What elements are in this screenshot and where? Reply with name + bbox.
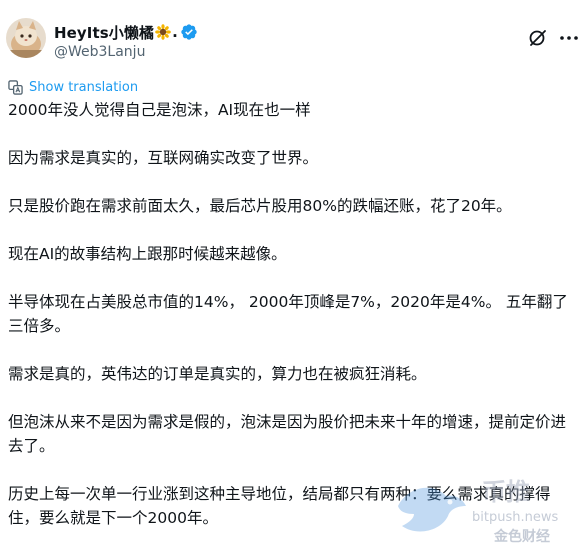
translate-icon [8,79,23,95]
name-row: HeyIts小懒橘 . [54,22,198,42]
tweet-paragraph: 现在AI的故事结构上跟那时候越来越像。 [8,245,287,263]
tweet-paragraph: 历史上每一次单一行业涨到这种主导地位，结局都只有两种：要么需求真的撑得住，要么就… [8,485,551,527]
avatar[interactable] [6,18,46,58]
name-suffix: . [172,23,178,41]
tweet-paragraph: 需求是真的，英伟达的订单是真实的，算力也在被疯狂消耗。 [8,365,427,383]
verified-badge-icon [180,23,198,41]
tweet-paragraph: 因为需求是真实的，互联网确实改变了世界。 [8,149,319,167]
tweet-paragraph: 2000年没人觉得自己是泡沫，AI现在也一样 [8,101,311,119]
tweet-header: HeyIts小懒橘 . @Web3Lanju [6,14,582,68]
show-translation-button[interactable]: Show translation [8,78,138,96]
tweet-card: HeyIts小懒橘 . @Web3Lanju Show translation … [0,0,588,551]
grok-icon[interactable] [528,28,548,48]
tweet-paragraph: 只是股价跑在需求前面太久，最后芯片股用80%的跌幅还账，花了20年。 [8,197,512,215]
tweet-paragraph: 半导体现在占美股总市值的14%， 2000年顶峰是7%，2020年是4%。 五年… [8,293,568,335]
sunflower-icon [155,24,171,40]
more-icon[interactable] [558,28,580,48]
tweet-paragraph: 但泡沫从来不是因为需求是假的，泡沫是因为股价把未来十年的增速，提前定价进去了。 [8,413,567,455]
user-handle[interactable]: @Web3Lanju [54,44,145,60]
show-translation-label: Show translation [29,79,139,95]
display-name[interactable]: HeyIts小懒橘 [54,22,154,43]
tweet-text: 2000年没人觉得自己是泡沫，AI现在也一样 因为需求是真实的，互联网确实改变了… [8,98,580,530]
